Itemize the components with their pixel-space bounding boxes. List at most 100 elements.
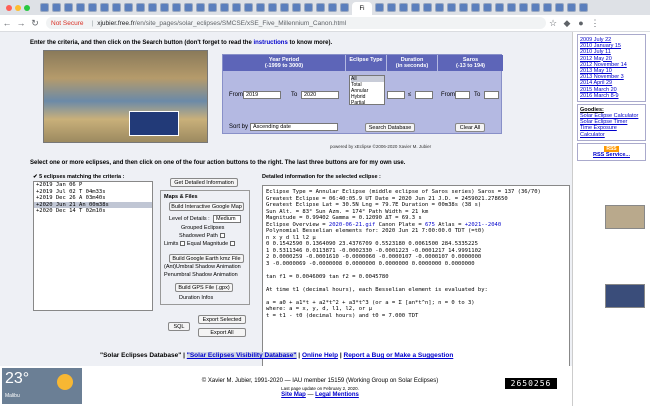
get-detailed-info-button[interactable]: Get Detailed Information [170, 178, 238, 187]
tab-icon[interactable] [471, 3, 480, 12]
tab-icon[interactable] [435, 3, 444, 12]
equal-mag-checkbox[interactable] [230, 241, 236, 247]
sql-button[interactable]: SQL [168, 322, 190, 331]
footer-bug-link[interactable]: Report a Bug or Make a Suggestion [344, 352, 454, 359]
tab-icon[interactable] [52, 3, 61, 12]
close-window-icon[interactable] [6, 5, 12, 11]
tab-icon[interactable] [567, 3, 576, 12]
extension-icon[interactable]: ◆ [560, 18, 574, 29]
tab-icon[interactable] [399, 3, 408, 12]
sidebar-thumbnail-1[interactable] [605, 205, 645, 229]
tab-icon[interactable] [459, 3, 468, 12]
bookmark-star-icon[interactable]: ☆ [546, 18, 560, 29]
search-database-button[interactable]: Search Database [365, 123, 415, 132]
tab-icon[interactable] [256, 3, 265, 12]
tab-icon[interactable] [184, 3, 193, 12]
footer-help-link[interactable]: Online Help [302, 352, 338, 359]
export-selected-button[interactable]: Export Selected [198, 315, 246, 324]
tab-icon[interactable] [40, 3, 49, 12]
tab-icon[interactable] [579, 3, 588, 12]
forward-icon[interactable]: → [14, 18, 28, 28]
list-item[interactable]: +2020 Dec 14 T 02m10s [34, 208, 152, 215]
duration-min-input[interactable] [387, 91, 405, 99]
tab-icon[interactable] [268, 3, 277, 12]
tab-icon[interactable] [196, 3, 205, 12]
info-header: Detailed information for the selected ec… [262, 174, 381, 180]
eclipse-list[interactable]: +2019 Jan 06 P +2019 Jul 02 T 04m33s +20… [33, 181, 153, 311]
tab-icon[interactable] [316, 3, 325, 12]
tab-icon[interactable] [280, 3, 289, 12]
tab-icon[interactable] [447, 3, 456, 12]
sidebar-thumbnail-2[interactable] [605, 284, 645, 308]
tab-icon[interactable] [88, 3, 97, 12]
tab-icon[interactable] [507, 3, 516, 12]
rss-icon[interactable]: RSS [604, 145, 619, 152]
tab-icon[interactable] [328, 3, 337, 12]
tab-icon[interactable] [340, 3, 349, 12]
sort-select[interactable]: Ascending date [250, 123, 338, 131]
right-sidebar: 2009 July 22 2010 January 15 2010 July 1… [572, 32, 650, 406]
tab-icon[interactable] [76, 3, 85, 12]
reload-icon[interactable]: ↻ [28, 18, 42, 29]
limits-checkbox[interactable] [180, 241, 186, 247]
tab-icon[interactable] [375, 3, 384, 12]
from-year-input[interactable]: 2019 [243, 91, 281, 99]
legal-link[interactable]: Legal Mentions [315, 392, 359, 398]
menu-icon[interactable]: ⋮ [588, 18, 602, 29]
to-year-input[interactable]: 2020 [301, 91, 339, 99]
back-icon[interactable]: ← [0, 18, 14, 28]
tab-icon[interactable] [519, 3, 528, 12]
tab-icon[interactable] [232, 3, 241, 12]
profile-icon[interactable]: ● [574, 18, 588, 28]
tab-icon[interactable] [531, 3, 540, 12]
tab-icon[interactable] [423, 3, 432, 12]
maximize-window-icon[interactable] [24, 5, 30, 11]
saros-max-input[interactable] [484, 91, 499, 99]
footer-visibility-link[interactable]: "Solar Eclipses Visibility Database" [186, 352, 297, 359]
tab-icon[interactable] [543, 3, 552, 12]
tab-icon[interactable] [387, 3, 396, 12]
duration-max-input[interactable] [415, 91, 433, 99]
tab-icon[interactable] [411, 3, 420, 12]
tab-icon[interactable] [483, 3, 492, 12]
level-select[interactable]: Medium [213, 215, 241, 223]
sidebar-link[interactable]: 2016 March 8-9 [580, 93, 643, 99]
sitemap-link[interactable]: Site Map [281, 392, 306, 398]
tab-icon[interactable] [100, 3, 109, 12]
eclipse-map-image [43, 50, 208, 143]
tab-icon[interactable] [112, 3, 121, 12]
canon-link[interactable]: 675 [425, 222, 435, 228]
tab-icon[interactable] [244, 3, 253, 12]
atlas-link[interactable]: +2021--2040 [465, 222, 501, 228]
minimize-window-icon[interactable] [15, 5, 21, 11]
tab-icon[interactable] [124, 3, 133, 12]
tab-icon[interactable] [136, 3, 145, 12]
goodies-link[interactable]: Time Exposure Calculator [580, 125, 643, 137]
tab-icon[interactable] [555, 3, 564, 12]
tab-icon[interactable] [220, 3, 229, 12]
tab-icon[interactable] [495, 3, 504, 12]
clear-all-button[interactable]: Clear All [455, 123, 485, 132]
tab-icon[interactable] [172, 3, 181, 12]
gps-button[interactable]: Build GPS File (.gpx) [175, 283, 233, 292]
google-map-button[interactable]: Build Interactive Google Map [169, 202, 244, 211]
export-all-button[interactable]: Export All [198, 328, 246, 337]
type-option[interactable]: Partial [351, 100, 384, 106]
tab-icon[interactable] [160, 3, 169, 12]
tab-icon[interactable] [64, 3, 73, 12]
url-field[interactable]: Not Secure | xjubier.free.fr/en/site_pag… [46, 17, 546, 29]
eclipse-type-listbox[interactable]: All Total Annular Hybrid Partial [349, 75, 385, 106]
tab-icon[interactable] [304, 3, 313, 12]
overview-label: Eclipse Overview = [266, 221, 326, 228]
active-tab[interactable]: Fi [352, 2, 372, 15]
shadowed-checkbox[interactable] [219, 233, 225, 239]
tab-icon[interactable] [148, 3, 157, 12]
tab-icon[interactable] [208, 3, 217, 12]
overview-link[interactable]: 2020-06-21.gif [329, 222, 375, 228]
instructions-link[interactable]: instructions [253, 40, 287, 46]
saros-min-input[interactable] [455, 91, 470, 99]
rss-link[interactable]: RSS Service... [580, 152, 643, 158]
tab-icon[interactable] [292, 3, 301, 12]
footer-db-link[interactable]: "Solar Eclipses Database" [100, 352, 181, 359]
kmz-button[interactable]: Build Google Earth kmz File [169, 254, 244, 263]
